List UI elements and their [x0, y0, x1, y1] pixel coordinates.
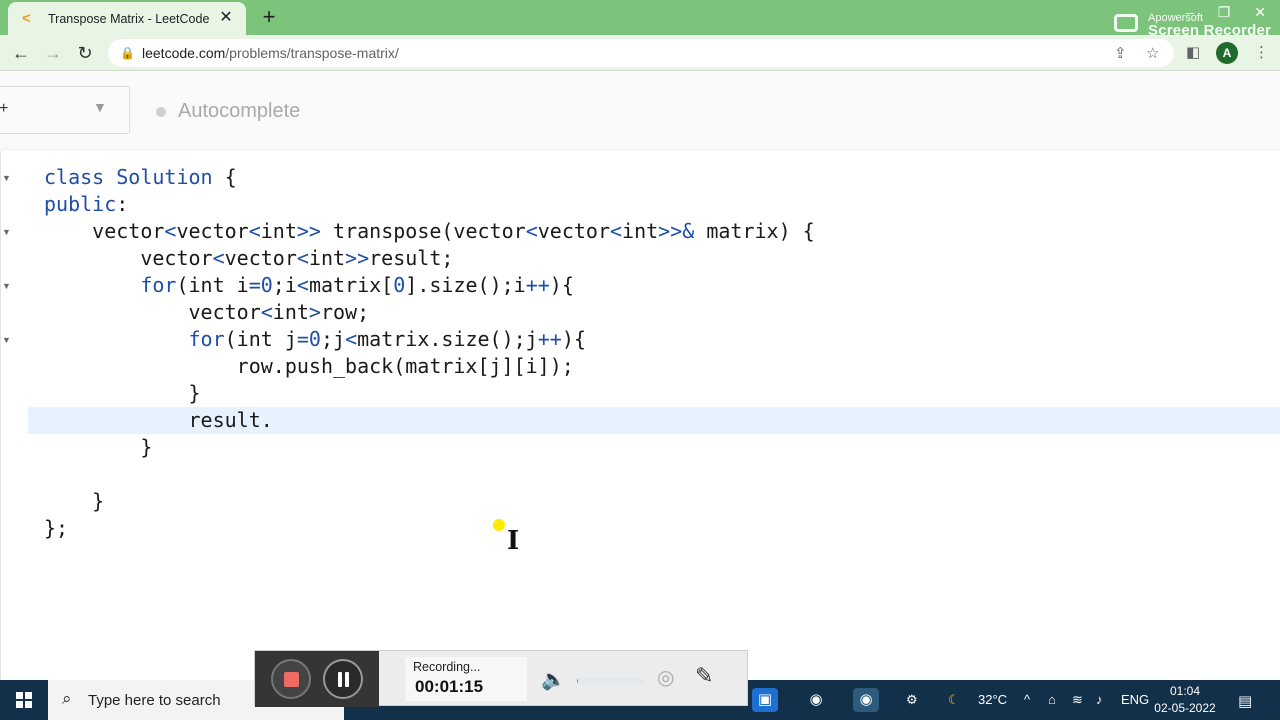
wifi-icon[interactable]: ≋: [1072, 692, 1083, 708]
temperature[interactable]: 32°C: [978, 692, 1007, 707]
language-select[interactable]: + ▼: [0, 86, 130, 134]
mouse-highlight: [493, 519, 505, 531]
plus-icon: +: [0, 100, 9, 117]
chevron-up-icon[interactable]: ^: [1024, 692, 1030, 707]
profile-avatar[interactable]: A: [1216, 42, 1238, 64]
code-line[interactable]: vector<int>row;: [44, 299, 369, 326]
autocomplete-toggle[interactable]: Autocomplete: [156, 100, 300, 123]
minimize-icon[interactable]: –: [1186, 4, 1194, 21]
url-path: /problems/transpose-matrix/: [225, 45, 399, 61]
fold-arrow-icon[interactable]: ▼: [2, 173, 11, 183]
leetcode-icon: <: [22, 9, 31, 27]
pause-recording-button[interactable]: [323, 659, 363, 699]
code-line[interactable]: }: [44, 434, 152, 461]
chrome-icon[interactable]: ◉: [803, 688, 829, 712]
code-line[interactable]: for(int j=0;j<matrix.size();j++){: [44, 326, 586, 353]
code-line[interactable]: vector<vector<int>> transpose(vector<vec…: [44, 218, 815, 245]
more-menu-icon[interactable]: ⋮: [1254, 43, 1269, 61]
camera-icon: [1114, 14, 1138, 32]
settings-tray-icon[interactable]: ⚙: [906, 692, 918, 708]
code-line[interactable]: for(int i=0;i<matrix[0].size();i++){: [44, 272, 574, 299]
address-bar[interactable]: 🔒 leetcode.com/problems/transpose-matrix…: [108, 39, 1174, 67]
fold-arrow-icon[interactable]: ▼: [2, 227, 11, 237]
side-panel-icon[interactable]: ◧: [1186, 43, 1200, 61]
recording-label: Recording...: [413, 660, 481, 674]
start-button[interactable]: [0, 680, 48, 720]
speaker-icon[interactable]: ♪: [1096, 692, 1103, 707]
code-line[interactable]: result.: [44, 407, 272, 434]
editor-gutter: ▼ ▼ ▼ ▼: [0, 151, 12, 680]
browser-tab-strip: < Transpose Matrix - LeetCode ✕ + Apower…: [0, 0, 1280, 39]
tab-title: Transpose Matrix - LeetCode: [48, 11, 210, 26]
recording-timer: 00:01:15: [415, 677, 484, 696]
language-indicator[interactable]: ENG: [1121, 692, 1149, 707]
taskbar-clock[interactable]: 01:04 02-05-2022: [1150, 683, 1220, 717]
weather-moon-icon: ☾: [948, 692, 960, 707]
restore-icon[interactable]: ❐: [1218, 4, 1231, 21]
search-placeholder: Type here to search: [88, 692, 221, 709]
search-icon: ⌕: [62, 689, 72, 708]
clock-time: 01:04: [1169, 684, 1201, 698]
windows-logo-icon: [16, 692, 32, 708]
close-tab-icon[interactable]: ✕: [216, 8, 236, 28]
bookmark-star-icon[interactable]: ☆: [1146, 44, 1159, 62]
network-icon[interactable]: ⌂: [1048, 692, 1056, 707]
close-window-icon[interactable]: ✕: [1254, 4, 1266, 21]
stop-icon: [284, 672, 299, 687]
clock-date: 02-05-2022: [1154, 701, 1216, 715]
window-controls: – ❐ ✕: [1186, 4, 1266, 21]
stop-recording-button[interactable]: [271, 659, 311, 699]
share-icon[interactable]: ⇪: [1114, 44, 1127, 62]
fold-arrow-icon[interactable]: ▼: [2, 281, 11, 291]
browser-toolbar: ← → ↻ 🔒 leetcode.com/problems/transpose-…: [0, 35, 1280, 71]
reload-icon[interactable]: ↻: [74, 42, 96, 64]
autocomplete-label: Autocomplete: [178, 100, 301, 122]
tab-transpose-matrix[interactable]: < Transpose Matrix - LeetCode ✕: [8, 2, 246, 35]
pen-icon[interactable]: ✎: [695, 663, 713, 689]
chevron-down-icon: ▼: [93, 99, 107, 115]
code-line[interactable]: row.push_back(matrix[j][i]);: [44, 353, 574, 380]
forward-icon[interactable]: →: [42, 42, 64, 64]
code-line[interactable]: }: [44, 380, 200, 407]
url-domain: leetcode.com: [142, 45, 226, 61]
text-cursor-icon: I: [507, 526, 520, 556]
recording-toolbar: Recording... 00:01:15 🔈 ◎ ✎: [254, 650, 748, 707]
code-line[interactable]: public:: [44, 191, 128, 218]
webcam-icon[interactable]: ◎: [657, 665, 674, 690]
speaker-muted-icon[interactable]: 🔈: [541, 667, 566, 692]
code-line[interactable]: class Solution {: [44, 164, 237, 191]
url-text[interactable]: leetcode.com/problems/transpose-matrix/: [142, 45, 399, 61]
back-icon[interactable]: ←: [10, 42, 32, 64]
chrome-active-icon[interactable]: ◉: [853, 688, 879, 712]
pause-icon-bar: [345, 672, 349, 687]
volume-meter: [577, 678, 645, 684]
recording-status: Recording... 00:01:15: [405, 657, 527, 701]
app-icon[interactable]: ▣: [752, 688, 778, 712]
code-line[interactable]: }: [44, 488, 104, 515]
recording-controls: [255, 651, 379, 707]
toggle-dot-icon: [156, 106, 166, 117]
notifications-icon[interactable]: ▤: [1238, 692, 1252, 710]
fold-arrow-icon[interactable]: ▼: [2, 335, 11, 345]
lock-icon: 🔒: [120, 46, 135, 60]
volume-level: [577, 678, 579, 684]
code-line[interactable]: vector<vector<int>>result;: [44, 245, 453, 272]
pause-icon: [338, 672, 342, 687]
editor-toolbar: + ▼ Autocomplete: [0, 72, 1280, 150]
new-tab-button[interactable]: +: [256, 5, 282, 31]
code-line[interactable]: };: [44, 515, 68, 542]
